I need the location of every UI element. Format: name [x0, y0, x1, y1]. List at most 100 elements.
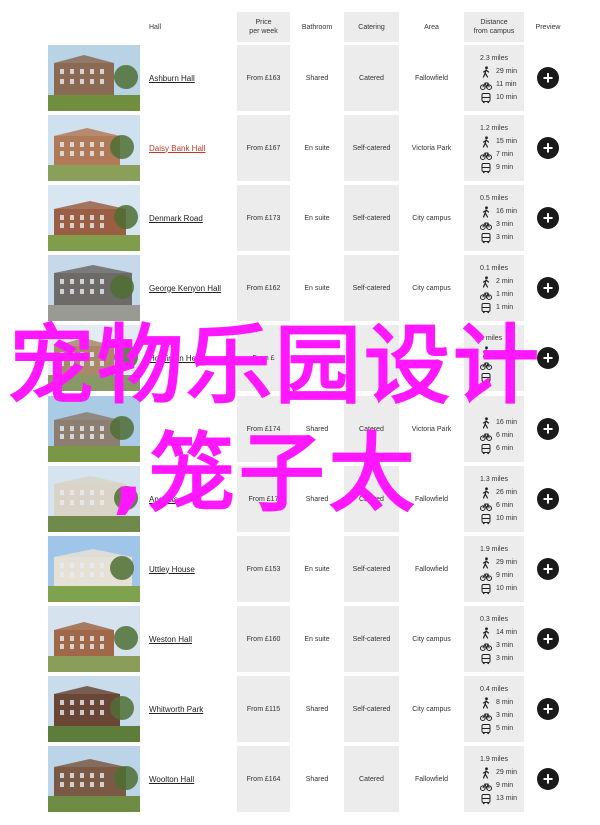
- table-row: Uttley House From £153 En suite Self-cat…: [48, 536, 570, 602]
- walk-icon: [482, 345, 490, 358]
- hall-photo[interactable]: [48, 746, 140, 812]
- preview-plus-button[interactable]: +: [537, 137, 559, 159]
- distance-cell: 0.1 miles 2 min 1 min 1 min: [464, 255, 524, 321]
- hall-name-link[interactable]: Denmark Road: [145, 214, 203, 223]
- preview-cell: +: [526, 255, 570, 321]
- bike-time: 11 min: [496, 81, 517, 88]
- bathroom-cell: En suite: [292, 115, 342, 181]
- bike-time: 3 min: [496, 642, 514, 649]
- hall-name-link[interactable]: Weston Hall: [145, 635, 192, 644]
- walk-time: 8 min: [496, 699, 514, 706]
- hall-name-cell: Uttley House: [145, 536, 235, 602]
- bike-time: 9 min: [496, 782, 514, 789]
- catering-cell: Self-catered: [344, 115, 399, 181]
- table-row: Daisy Bank Hall From £167 En suite Self-…: [48, 115, 570, 181]
- bathroom-cell: [292, 325, 342, 391]
- hall-photo[interactable]: [48, 115, 140, 181]
- hall-name-link[interactable]: George Kenyon Hall: [145, 284, 221, 293]
- table-row: From £174 Shared Catered Victoria Park 1…: [48, 396, 570, 462]
- bike-time: 7 min: [496, 151, 514, 158]
- bathroom-value: Shared: [305, 425, 329, 433]
- hall-photo[interactable]: [48, 396, 140, 462]
- header-hall: Hall: [149, 23, 162, 31]
- distance-miles: 0.3 miles: [480, 616, 509, 623]
- bus-icon: [481, 653, 491, 664]
- area-cell: Fallowfield: [401, 466, 462, 532]
- bike-icon: [480, 503, 492, 511]
- hall-name-cell: Whitworth Park: [145, 676, 235, 742]
- walk-icon: [482, 275, 490, 288]
- bathroom-cell: Shared: [292, 746, 342, 812]
- hall-name-link[interactable]: Horniman House: [145, 354, 209, 363]
- bathroom-value: Shared: [305, 495, 329, 503]
- walk-icon: [482, 626, 490, 639]
- hall-name-link[interactable]: Uttley House: [145, 565, 195, 574]
- walk-time: 29 min: [496, 559, 518, 566]
- price-cell: From £115: [237, 676, 290, 742]
- price-value: From £17: [248, 495, 279, 503]
- preview-plus-button[interactable]: +: [537, 67, 559, 89]
- preview-plus-button[interactable]: +: [537, 207, 559, 229]
- walk-icon: [482, 135, 490, 148]
- bus-time: 3 min: [496, 655, 514, 662]
- distance-cell: 2.3 miles 29 min 11 min 10 min: [464, 45, 524, 111]
- distance-miles: 1.9 miles: [480, 756, 509, 763]
- distance-miles: 1.9 miles: [480, 546, 509, 553]
- hall-name-link[interactable]: Whitworth Park: [145, 705, 203, 714]
- hall-photo[interactable]: [48, 255, 140, 321]
- price-value: From £174: [246, 425, 281, 433]
- area-cell: [401, 325, 462, 391]
- hall-name-link[interactable]: Ancoats: [145, 495, 178, 504]
- distance-cell: 0.4 miles 8 min 3 min 5 min: [464, 676, 524, 742]
- plus-icon: +: [542, 348, 554, 368]
- area-value: Fallowfield: [414, 565, 449, 573]
- hall-name-link[interactable]: Ashburn Hall: [145, 74, 195, 83]
- preview-cell: +: [526, 536, 570, 602]
- bus-icon: [481, 92, 491, 103]
- area-cell: City campus: [401, 255, 462, 321]
- walk-icon: [482, 696, 490, 709]
- bathroom-cell: Shared: [292, 466, 342, 532]
- distance-miles: 3 miles: [480, 335, 503, 342]
- preview-plus-button[interactable]: +: [537, 277, 559, 299]
- bus-icon: [481, 443, 491, 454]
- catering-cell: Self-catered: [344, 606, 399, 672]
- preview-plus-button[interactable]: +: [537, 698, 559, 720]
- hall-photo[interactable]: [48, 676, 140, 742]
- distance-miles: 0.5 miles: [480, 195, 509, 202]
- hall-photo[interactable]: [48, 45, 140, 111]
- preview-plus-button[interactable]: +: [537, 488, 559, 510]
- hall-name-link[interactable]: Daisy Bank Hall: [145, 144, 205, 153]
- plus-icon: +: [542, 559, 554, 579]
- hall-photo[interactable]: [48, 185, 140, 251]
- area-cell: Victoria Park: [401, 396, 462, 462]
- plus-icon: +: [542, 419, 554, 439]
- bus-time: 10 min: [496, 515, 518, 522]
- price-cell: From £174: [237, 396, 290, 462]
- preview-plus-button[interactable]: +: [537, 558, 559, 580]
- preview-plus-button[interactable]: +: [537, 768, 559, 790]
- hall-photo[interactable]: [48, 325, 140, 391]
- hall-photo[interactable]: [48, 606, 140, 672]
- price-value: From £164: [246, 775, 281, 783]
- bus-time: 13 min: [496, 795, 518, 802]
- preview-cell: +: [526, 606, 570, 672]
- preview-plus-button[interactable]: +: [537, 418, 559, 440]
- catering-value: Self-catered: [352, 214, 391, 222]
- bike-icon: [480, 362, 492, 370]
- preview-plus-button[interactable]: +: [537, 347, 559, 369]
- bus-icon: [481, 232, 491, 243]
- price-cell: From £163: [237, 45, 290, 111]
- hall-name-link[interactable]: Woolton Hall: [145, 775, 194, 784]
- bike-icon: [480, 152, 492, 160]
- walk-time: 16 min: [496, 208, 518, 215]
- plus-icon: +: [542, 489, 554, 509]
- bathroom-cell: En suite: [292, 185, 342, 251]
- header-bathroom: Bathroom: [301, 23, 333, 31]
- preview-plus-button[interactable]: +: [537, 628, 559, 650]
- hall-photo[interactable]: [48, 536, 140, 602]
- bike-time: 6 min: [496, 502, 514, 509]
- bike-time: 1 min: [496, 291, 514, 298]
- hall-photo[interactable]: [48, 466, 140, 532]
- area-cell: Victoria Park: [401, 115, 462, 181]
